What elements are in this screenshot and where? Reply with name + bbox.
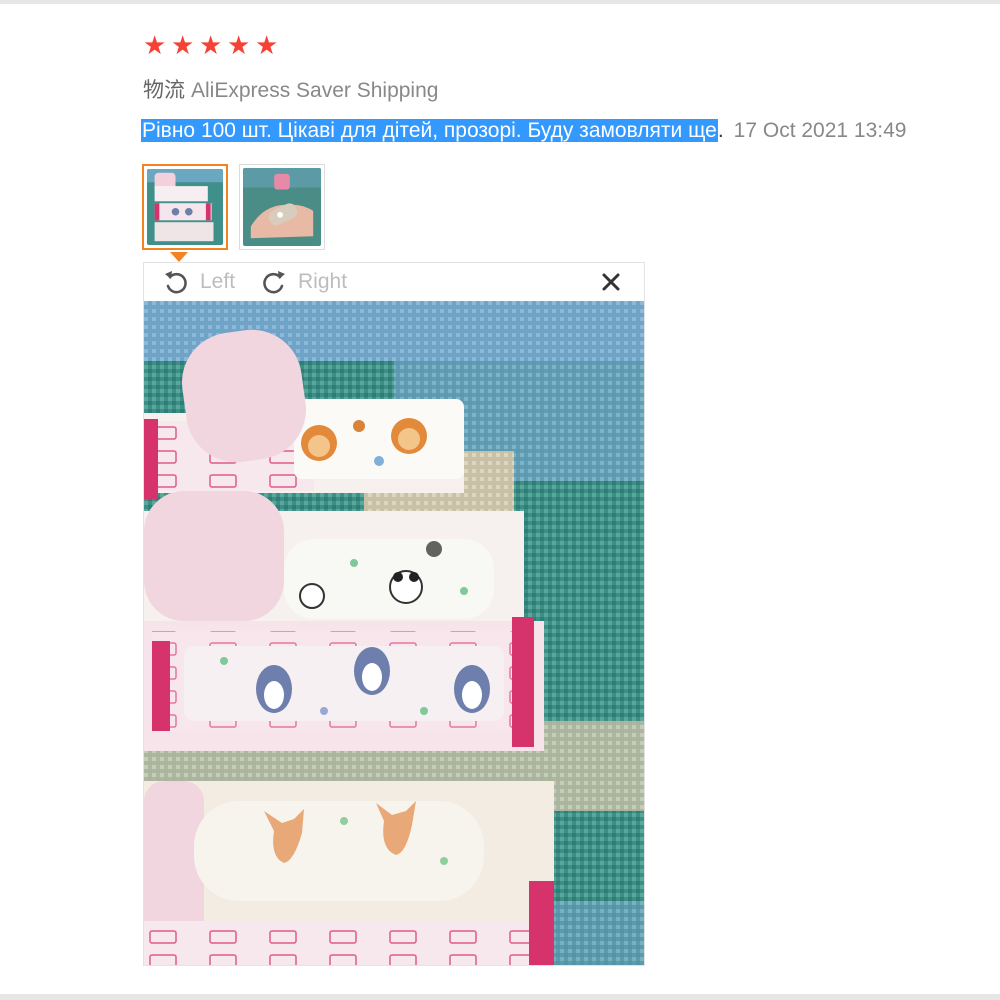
review-content: Рівно 100 шт. Цікаві для дітей, прозорі.… [141, 116, 1000, 148]
top-frame-border [0, 0, 1000, 4]
logistics-value: AliExpress Saver Shipping [191, 79, 439, 102]
photo-viewer: Left Right [143, 262, 645, 966]
rotate-right-label: Right [298, 270, 348, 293]
logistics-info: 物流 AliExpress Saver Shipping [143, 74, 438, 104]
rotate-left-label: Left [200, 270, 236, 293]
logistics-label: 物流 [143, 79, 185, 102]
bottom-frame-border [0, 994, 1000, 1000]
thumbnail-image [147, 169, 223, 245]
review-date: 17 Oct 2021 13:49 [733, 119, 907, 142]
viewer-toolbar: Left Right [144, 263, 644, 301]
star-icon: ★ [227, 30, 251, 60]
rotate-right-button[interactable]: Right [260, 266, 347, 298]
review-photo-large [144, 301, 644, 965]
thumbnail-photo-1[interactable] [142, 164, 228, 250]
rotate-left-icon [165, 271, 187, 294]
rotate-right-icon [263, 271, 285, 294]
star-icon: ★ [255, 30, 279, 60]
selected-thumbnail-indicator [170, 252, 188, 262]
close-icon[interactable] [598, 269, 624, 295]
star-icon: ★ [143, 30, 167, 60]
review-thumbnails [142, 164, 325, 250]
rotate-left-button[interactable]: Left [162, 266, 235, 298]
review-text[interactable]: Рівно 100 шт. Цікаві для дітей, прозорі.… [141, 119, 718, 142]
thumbnail-photo-2[interactable] [239, 164, 325, 250]
star-rating: ★ ★ ★ ★ ★ [143, 32, 281, 58]
star-icon: ★ [171, 30, 195, 60]
review-punctuation: . [717, 119, 724, 142]
star-icon: ★ [199, 30, 223, 60]
thumbnail-image [243, 168, 321, 246]
